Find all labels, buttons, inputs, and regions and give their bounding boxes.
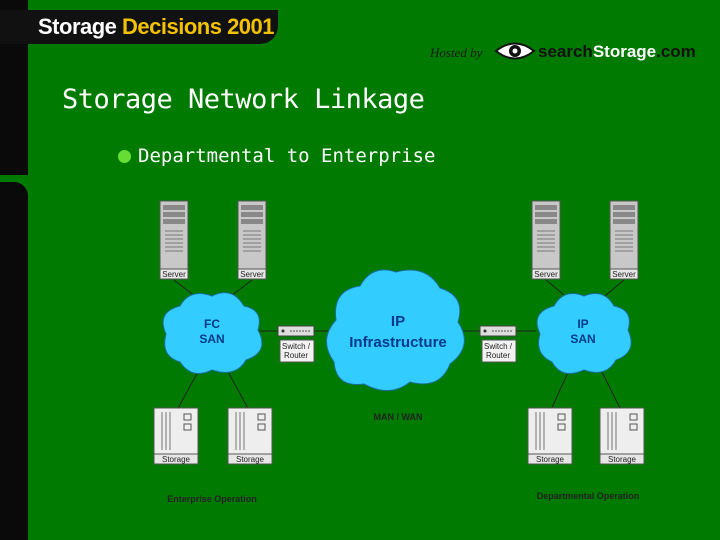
storage-icon: Storage [599, 407, 645, 465]
network-diagram: FC SAN IP Infrastructure IP SAN Server S… [153, 200, 645, 504]
storage-label: Storage [162, 455, 191, 464]
server-label: Server [612, 270, 636, 279]
departmental-operation-label: Departmental Operation [537, 491, 640, 501]
ip-infra-label-2: Infrastructure [349, 334, 447, 351]
ip-san-label-1: IP [577, 317, 588, 331]
storage-icon: Storage [227, 407, 273, 465]
ip-san-label-2: SAN [570, 332, 595, 346]
server-label: Server [240, 270, 264, 279]
server-label: Server [534, 270, 558, 279]
ip-infrastructure-cloud [326, 269, 465, 391]
switch-router-icon: Switch / Router [277, 325, 315, 363]
man-wan-label: MAN / WAN [374, 412, 423, 422]
storage-label: Storage [236, 455, 265, 464]
server-icon: Server [237, 200, 267, 280]
switch-label-2: Router [486, 351, 510, 360]
enterprise-operation-label: Enterprise Operation [167, 494, 257, 504]
storage-label: Storage [536, 455, 565, 464]
ip-infra-label-1: IP [391, 313, 405, 330]
server-icon: Server [609, 200, 639, 280]
storage-label: Storage [608, 455, 637, 464]
server-icon: Server [159, 200, 189, 280]
switch-label-1: Switch / [484, 342, 513, 351]
fc-san-label-1: FC [204, 317, 220, 331]
switch-label-1: Switch / [282, 342, 311, 351]
server-label: Server [162, 270, 186, 279]
storage-icon: Storage [153, 407, 199, 465]
slide: Storage Decisions 2001 Hosted by searchS… [0, 0, 720, 540]
switch-router-icon: Switch / Router [479, 325, 517, 363]
switch-label-2: Router [284, 351, 308, 360]
fc-san-label-2: SAN [199, 332, 224, 346]
server-icon: Server [531, 200, 561, 280]
storage-icon: Storage [527, 407, 573, 465]
